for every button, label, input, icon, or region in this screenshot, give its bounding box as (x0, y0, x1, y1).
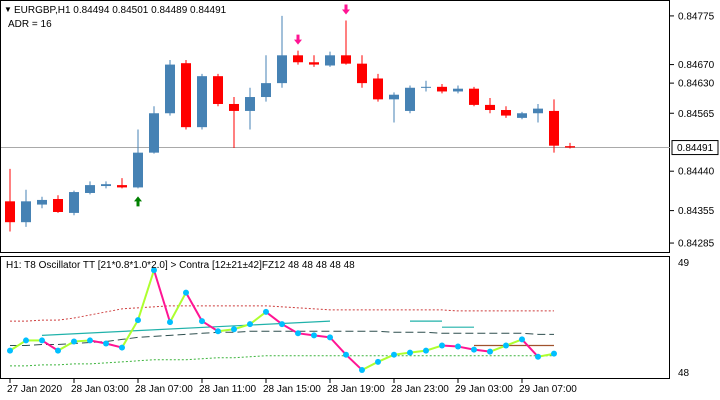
price-tick-label: 0.84630 (678, 79, 715, 90)
oscillator-scale-top: 49 (678, 258, 690, 269)
candle-body (37, 199, 47, 205)
candle-body (69, 192, 79, 213)
oscillator-point (87, 337, 93, 344)
oscillator-title: H1: T8 Oscillator TT [21*0.8*1.0*2.0] > … (6, 260, 355, 271)
candle-body (245, 97, 255, 111)
candle-body (485, 104, 495, 111)
main-plot-frame (0, 0, 670, 253)
oscillator-point (103, 340, 109, 347)
oscillator-plot-frame (0, 256, 670, 379)
oscillator-point (423, 347, 429, 354)
oscillator-scale-bottom: 48 (678, 368, 690, 379)
price-tick-label: 0.84285 (678, 239, 715, 250)
oscillator-point (343, 351, 349, 358)
oscillator-point (359, 366, 365, 373)
oscillator-point (391, 351, 397, 358)
oscillator-point (535, 353, 541, 360)
oscillator-point (183, 289, 189, 296)
candle-body (389, 94, 399, 100)
oscillator-point (375, 358, 381, 365)
candle-body (373, 78, 383, 100)
candle-body (293, 55, 303, 63)
time-tick-label: 28 Jan 15:00 (263, 384, 321, 395)
candle-body (21, 201, 31, 223)
candle-body (309, 62, 319, 65)
oscillator-point (279, 321, 285, 328)
oscillator-point (519, 336, 525, 343)
oscillator-point (295, 330, 301, 337)
oscillator-point (23, 337, 29, 344)
time-tick-label: 29 Jan 03:00 (455, 384, 513, 395)
time-tick-label: 28 Jan 03:00 (71, 384, 129, 395)
oscillator-point (263, 308, 269, 315)
oscillator-point (119, 344, 125, 351)
time-tick-label: 28 Jan 07:00 (135, 384, 193, 395)
chart-dropdown-icon[interactable]: ▼ (4, 5, 12, 14)
oscillator-point (231, 326, 237, 333)
time-tick-label: 27 Jan 2020 (7, 384, 62, 395)
oscillator-point (311, 332, 317, 339)
candle-body (357, 63, 367, 84)
oscillator-point (503, 342, 509, 349)
oscillator-point (407, 349, 413, 356)
candle-body (421, 86, 431, 88)
time-tick-label: 28 Jan 11:00 (199, 384, 257, 395)
oscillator-point (215, 328, 221, 335)
candle-body (5, 201, 15, 223)
candle-body (277, 55, 287, 84)
candle-body (149, 113, 159, 153)
oscillator-point (55, 347, 61, 354)
price-scale-area[interactable] (670, 0, 720, 380)
price-tick-label: 0.84775 (678, 11, 715, 22)
trading-chart[interactable]: 0.84775 0.84670 0.84630 0.84565 0.84440 0.843… (0, 0, 720, 400)
candle-body (453, 88, 463, 92)
candle-body (229, 103, 239, 111)
oscillator-point (327, 334, 333, 341)
adr-indicator-label: ADR = 16 (8, 19, 52, 30)
price-tick-label: 0.84440 (678, 167, 715, 178)
oscillator-point (7, 347, 13, 354)
candle-body (469, 88, 479, 105)
oscillator-point (247, 321, 253, 328)
oscillator-point (135, 317, 141, 324)
candle-body (213, 76, 223, 104)
time-tick-label: 28 Jan 19:00 (327, 384, 385, 395)
candle-body (549, 110, 559, 146)
oscillator-point (39, 337, 45, 344)
oscillator-point (199, 318, 205, 325)
oscillator-point (167, 319, 173, 326)
candle-body (261, 83, 271, 98)
time-axis: 27 Jan 2020 28 Jan 03:00 28 Jan 07:00 28 Ja… (7, 379, 577, 395)
candle-body (325, 55, 335, 66)
candle-body (181, 63, 191, 128)
candle-body (405, 87, 415, 111)
oscillator-point (487, 348, 493, 355)
candle-body (437, 86, 447, 92)
oscillator-point (551, 350, 557, 357)
candle-body (517, 113, 527, 118)
candle-body (53, 199, 63, 212)
candle-body (117, 185, 127, 188)
time-tick-label: 29 Jan 07:00 (519, 384, 577, 395)
candle-body (101, 184, 111, 187)
price-tick-label: 0.84670 (678, 60, 715, 71)
current-price-label: 0.84491 (677, 143, 714, 154)
candle-body (133, 152, 143, 188)
oscillator-point (439, 342, 445, 349)
oscillator-point (471, 346, 477, 353)
candle-body (85, 185, 95, 193)
candle-body (165, 64, 175, 114)
symbol-quote-line: EURGBP,H1 0.84494 0.84501 0.84489 0.8449… (14, 5, 227, 16)
candle-body (341, 55, 351, 64)
time-tick-label: 28 Jan 23:00 (391, 384, 449, 395)
oscillator-point (71, 338, 77, 345)
price-tick-label: 0.84355 (678, 206, 715, 217)
candle-body (197, 76, 207, 128)
price-tick-label: 0.84565 (678, 109, 715, 120)
candle-body (533, 108, 543, 114)
candle-body (501, 110, 511, 116)
oscillator-point (455, 343, 461, 350)
candle-body (565, 146, 575, 148)
